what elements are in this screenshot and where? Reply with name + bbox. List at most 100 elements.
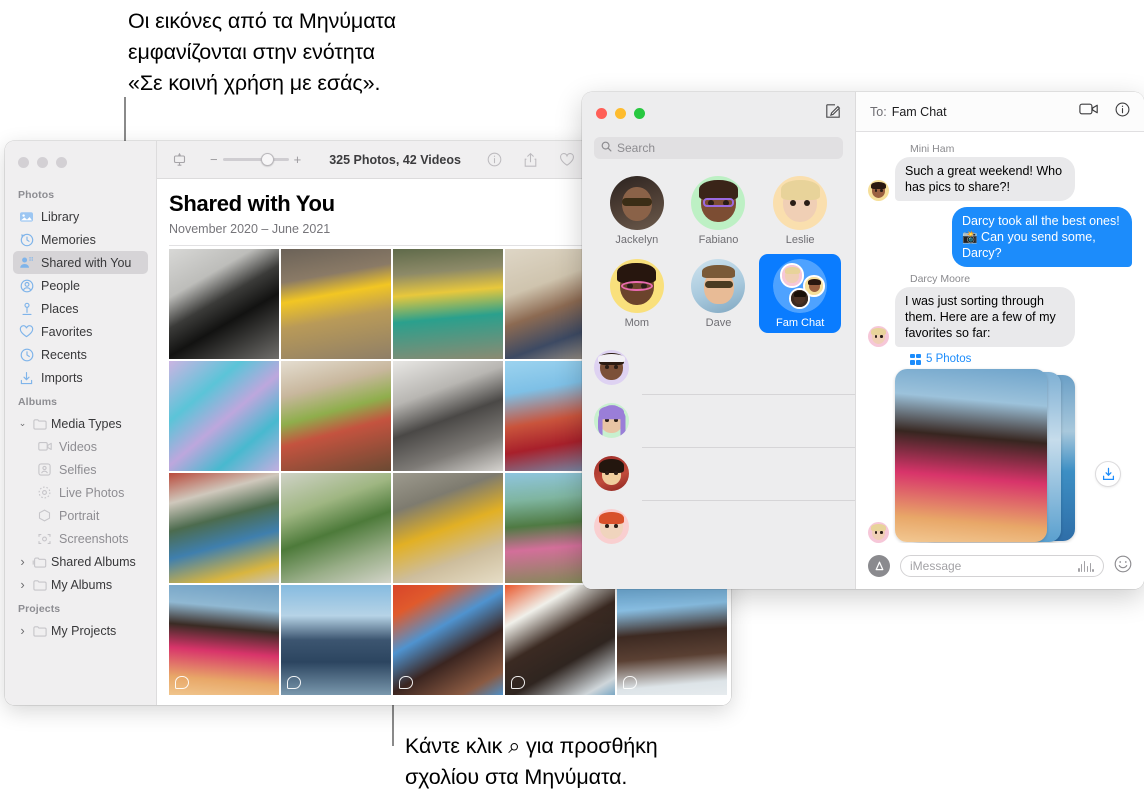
search-icon <box>601 139 612 157</box>
sidebar-item-media-types[interactable]: ⌄ Media Types <box>13 412 148 435</box>
sidebar-item-memories[interactable]: Memories <box>13 228 148 251</box>
sidebar-item-label: Shared Albums <box>51 554 136 569</box>
avatar <box>594 509 629 544</box>
chevron-right-icon[interactable]: › <box>17 577 28 592</box>
photo-thumbnail[interactable] <box>505 584 615 695</box>
folder-icon <box>32 623 47 638</box>
sidebar-item-my-albums[interactable]: › My Albums <box>13 573 148 596</box>
zoom-button[interactable] <box>634 108 645 119</box>
photo-thumbnail[interactable] <box>393 472 503 583</box>
zoom-slider[interactable]: − + <box>210 153 301 166</box>
sidebar-item-videos[interactable]: Videos <box>13 435 148 458</box>
sidebar-item-favorites[interactable]: Favorites <box>13 320 148 343</box>
photo-thumbnail[interactable] <box>169 360 279 471</box>
photo-thumbnail[interactable] <box>169 248 279 359</box>
sidebar-item-screenshots[interactable]: Screenshots <box>13 527 148 550</box>
search-placeholder: Search <box>617 141 656 155</box>
minimize-button[interactable] <box>615 108 626 119</box>
sidebar-item-library[interactable]: Library <box>13 205 148 228</box>
sidebar-item-places[interactable]: Places <box>13 297 148 320</box>
sidebar-item-portrait[interactable]: Portrait <box>13 504 148 527</box>
pinned-conversation-dave[interactable]: Dave <box>678 254 760 333</box>
search-input[interactable]: Search <box>594 137 843 159</box>
conversation-list-item[interactable] <box>582 500 855 553</box>
sidebar-item-selfies[interactable]: Selfies <box>13 458 148 481</box>
avatar <box>691 176 746 230</box>
zoom-slider-track[interactable] <box>222 153 289 166</box>
to-label: To: <box>870 104 887 119</box>
conversation-list <box>582 337 855 589</box>
sidebar-item-label: People <box>41 278 80 293</box>
conversation-list-item[interactable] <box>582 447 855 500</box>
save-download-icon[interactable] <box>1095 461 1121 487</box>
sidebar-item-my-projects[interactable]: › My Projects <box>13 619 148 642</box>
photo-thumbnail[interactable] <box>281 360 391 471</box>
photo-thumbnail[interactable] <box>169 472 279 583</box>
import-icon <box>19 370 34 385</box>
close-button[interactable] <box>596 108 607 119</box>
pinned-conversation-label: Fam Chat <box>776 317 825 329</box>
chevron-down-icon[interactable]: ⌄ <box>17 418 28 429</box>
sidebar-item-shared-with-you[interactable]: Shared with You <box>13 251 148 274</box>
compose-icon[interactable] <box>825 103 841 124</box>
close-button[interactable] <box>18 157 29 168</box>
zoom-in-label[interactable]: + <box>294 153 302 166</box>
pinned-conversation-mom[interactable]: Mom <box>596 254 678 333</box>
comment-bubble-icon[interactable] <box>623 675 637 689</box>
photo-thumbnail[interactable] <box>617 584 727 695</box>
photo-thumbnail[interactable] <box>393 248 503 359</box>
pinned-conversation-leslie[interactable]: Leslie <box>759 171 841 250</box>
photo-thumbnail[interactable] <box>393 584 503 695</box>
photo-thumbnail[interactable] <box>281 584 391 695</box>
sidebar-item-label: Portrait <box>59 508 100 523</box>
avatar <box>609 259 664 313</box>
pinned-conversation-fam-chat[interactable]: Fam Chat <box>759 254 841 333</box>
comment-bubble-icon[interactable] <box>511 675 525 689</box>
sidebar-item-people[interactable]: People <box>13 274 148 297</box>
selfie-icon <box>37 462 52 477</box>
audio-waveform-icon[interactable] <box>1077 560 1094 572</box>
message-bubble[interactable]: I was just sorting through them. Here ar… <box>895 287 1075 347</box>
info-icon[interactable] <box>487 152 502 167</box>
photo-attachment-stack[interactable] <box>895 369 1085 543</box>
comment-bubble-icon[interactable] <box>399 675 413 689</box>
pinned-conversation-jackelyn[interactable]: Jackelyn <box>596 171 678 250</box>
info-icon[interactable] <box>1115 102 1130 122</box>
zoom-button[interactable] <box>56 157 67 168</box>
photos-window-controls[interactable] <box>5 149 156 182</box>
zoom-slider-knob[interactable] <box>260 153 274 166</box>
pinned-conversation-fabiano[interactable]: Fabiano <box>678 171 760 250</box>
share-icon[interactable] <box>523 152 538 168</box>
app-store-icon[interactable] <box>868 555 890 577</box>
chevron-right-icon[interactable]: › <box>17 623 28 638</box>
smiley-icon[interactable] <box>1114 555 1132 578</box>
message-bubble[interactable]: Darcy took all the best ones! 📸 Can you … <box>952 207 1132 267</box>
comment-bubble-icon[interactable] <box>287 675 301 689</box>
comment-bubble-icon[interactable] <box>175 675 189 689</box>
photo-thumbnail[interactable] <box>393 360 503 471</box>
projector-icon[interactable] <box>171 151 188 168</box>
sidebar-item-imports[interactable]: Imports <box>13 366 148 389</box>
sidebar-item-recents[interactable]: Recents <box>13 343 148 366</box>
imessage-input[interactable]: iMessage <box>900 555 1104 577</box>
conversation-list-item[interactable] <box>582 341 855 394</box>
sidebar-item-live-photos[interactable]: Live Photos <box>13 481 148 504</box>
messages-window-controls[interactable] <box>596 108 645 119</box>
minimize-button[interactable] <box>37 157 48 168</box>
facetime-video-icon[interactable] <box>1079 102 1099 121</box>
chevron-right-icon[interactable]: › <box>17 554 28 569</box>
chat-recipient[interactable]: Fam Chat <box>892 105 947 119</box>
zoom-out-label[interactable]: − <box>210 153 218 166</box>
photo-stack-card-front[interactable] <box>895 369 1047 542</box>
folder-icon <box>32 577 47 592</box>
message-bubble[interactable]: Such a great weekend! Who has pics to sh… <box>895 157 1075 201</box>
photo-thumbnail[interactable] <box>169 584 279 695</box>
conversation-list-item[interactable] <box>582 394 855 447</box>
photo-thumbnail[interactable] <box>281 472 391 583</box>
photo-thumbnail[interactable] <box>281 248 391 359</box>
heart-icon[interactable] <box>559 152 575 167</box>
pinned-conversation-label: Jackelyn <box>615 234 659 246</box>
sidebar-item-shared-albums[interactable]: › Shared Albums <box>13 550 148 573</box>
sidebar-section-header: Photos <box>18 189 55 201</box>
avatar <box>594 456 629 491</box>
